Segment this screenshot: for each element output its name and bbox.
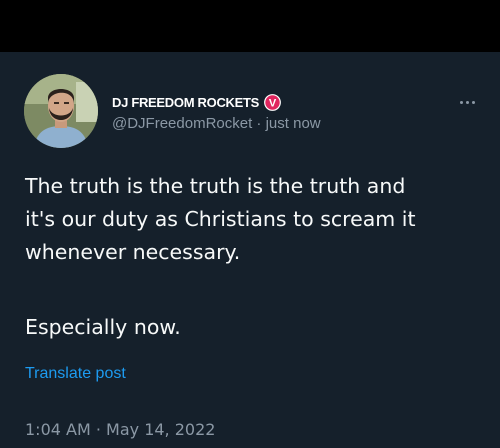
more-options-button[interactable] xyxy=(454,92,480,112)
avatar[interactable] xyxy=(24,74,98,148)
more-horizontal-icon xyxy=(459,100,463,104)
badge-letter: V xyxy=(269,97,277,109)
tweet-card: DJ FREEDOM ROCKETS V @DJFreedomRocket · … xyxy=(0,52,500,448)
author-display-name[interactable]: DJ FREEDOM ROCKETS xyxy=(112,95,259,110)
tweet-text-line: Especially now. xyxy=(25,315,181,339)
author-handle-and-time[interactable]: @DJFreedomRocket · just now xyxy=(112,115,321,132)
tweet-text-line: whenever necessary. xyxy=(25,240,241,264)
translate-post-link[interactable]: Translate post xyxy=(25,365,126,383)
more-horizontal-icon xyxy=(465,100,469,104)
top-bar xyxy=(0,0,500,52)
avatar-image xyxy=(24,74,98,148)
author-name-row: DJ FREEDOM ROCKETS V xyxy=(112,92,281,112)
tweet-text-line: The truth is the truth is the truth and xyxy=(25,174,406,198)
verified-badge-icon: V xyxy=(264,93,281,111)
tweet-body-second-paragraph: Especially now. xyxy=(25,311,485,344)
tweet-timestamp[interactable]: 1:04 AM · May 14, 2022 xyxy=(25,420,215,439)
tweet-body: The truth is the truth is the truth and … xyxy=(25,170,485,269)
tweet-text-line: it's our duty as Christians to scream it xyxy=(25,207,416,231)
more-horizontal-icon xyxy=(471,100,475,104)
